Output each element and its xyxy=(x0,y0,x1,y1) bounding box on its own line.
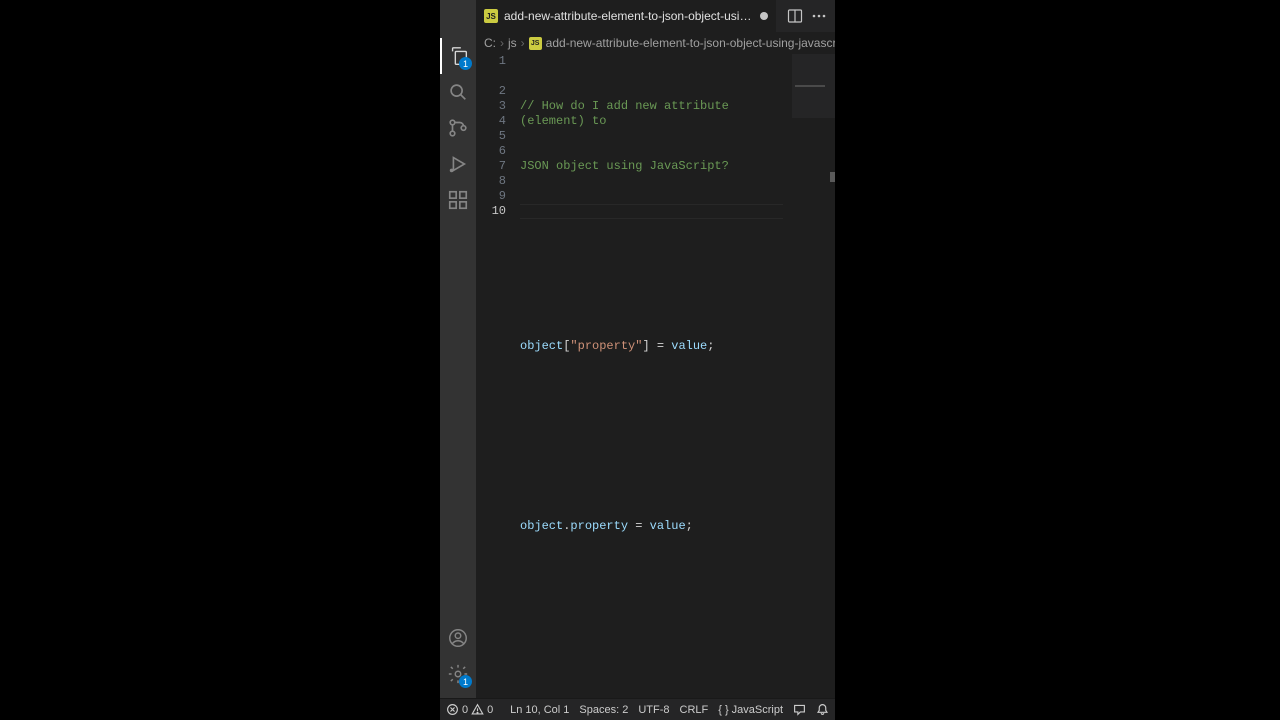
warning-count: 0 xyxy=(487,704,493,716)
status-problems[interactable]: 0 0 xyxy=(446,703,493,716)
status-language[interactable]: { } JavaScript xyxy=(718,704,783,716)
code-token: "property" xyxy=(570,339,642,353)
activity-bar-top-slice xyxy=(440,0,476,32)
tab-dirty-indicator xyxy=(760,12,768,20)
editor-column: C: › js › JS add-new-attribute-element-t… xyxy=(476,32,835,698)
code-token: object xyxy=(520,339,563,353)
code-token: = xyxy=(650,339,672,353)
editor[interactable]: 1 2 3 4 5 6 7 8 9 10 // How do I add new… xyxy=(476,54,835,698)
settings-gear-icon[interactable]: 1 xyxy=(440,656,476,692)
error-icon xyxy=(446,703,459,716)
code-token: ] xyxy=(642,339,649,353)
status-indentation[interactable]: Spaces: 2 xyxy=(579,704,628,716)
accounts-icon[interactable] xyxy=(440,620,476,656)
line-number-gutter: 1 2 3 4 5 6 7 8 9 10 xyxy=(476,54,520,698)
bell-icon xyxy=(816,703,829,716)
split-editor-icon[interactable] xyxy=(787,8,803,24)
search-icon[interactable] xyxy=(440,74,476,110)
code-comment: JSON object using JavaScript? xyxy=(520,159,729,173)
status-eol[interactable]: CRLF xyxy=(680,704,709,716)
overview-ruler-marker xyxy=(830,172,835,182)
explorer-icon[interactable]: 1 xyxy=(440,38,476,74)
status-bar-left: 0 0 xyxy=(446,703,493,716)
js-file-icon: JS xyxy=(484,9,498,23)
activity-bar: 1 1 xyxy=(440,32,476,698)
chevron-right-icon: › xyxy=(521,36,525,50)
code-token: property xyxy=(570,519,628,533)
extensions-icon[interactable] xyxy=(440,182,476,218)
feedback-icon xyxy=(793,703,806,716)
chevron-right-icon: › xyxy=(500,36,504,50)
braces-icon: { } xyxy=(718,704,728,716)
code-area[interactable]: // How do I add new attribute (element) … xyxy=(520,54,835,698)
top-row: JS add-new-attribute-element-to-json-obj… xyxy=(440,0,835,32)
vscode-window: JS add-new-attribute-element-to-json-obj… xyxy=(440,0,835,720)
tab-bar: JS add-new-attribute-element-to-json-obj… xyxy=(476,0,835,32)
breadcrumb-filename[interactable]: add-new-attribute-element-to-json-object… xyxy=(546,36,835,50)
tab-filename: add-new-attribute-element-to-json-object… xyxy=(504,9,754,23)
code-token: ; xyxy=(707,339,714,353)
status-cursor-position[interactable]: Ln 10, Col 1 xyxy=(510,704,569,716)
explorer-badge: 1 xyxy=(459,57,472,70)
code-token: value xyxy=(671,339,707,353)
status-bar: 0 0 Ln 10, Col 1 Spaces: 2 UTF-8 CRLF { … xyxy=(440,698,835,720)
tab-actions xyxy=(779,0,835,32)
code-comment: // How do I add new attribute (element) … xyxy=(520,99,736,128)
status-language-label: JavaScript xyxy=(732,704,783,716)
warning-icon xyxy=(471,703,484,716)
settings-badge: 1 xyxy=(459,675,472,688)
status-encoding[interactable]: UTF-8 xyxy=(638,704,669,716)
status-notifications[interactable] xyxy=(816,703,829,716)
error-count: 0 xyxy=(462,704,468,716)
minimap[interactable] xyxy=(791,54,835,118)
run-debug-icon[interactable] xyxy=(440,146,476,182)
code-token: object xyxy=(520,519,563,533)
source-control-icon[interactable] xyxy=(440,110,476,146)
more-actions-icon[interactable] xyxy=(811,8,827,24)
breadcrumb[interactable]: C: › js › JS add-new-attribute-element-t… xyxy=(476,32,835,54)
code-token: ; xyxy=(686,519,693,533)
js-file-icon: JS xyxy=(529,37,542,50)
body-row: 1 1 xyxy=(440,32,835,698)
code-token: = xyxy=(628,519,650,533)
status-feedback[interactable] xyxy=(793,703,806,716)
tab-active[interactable]: JS add-new-attribute-element-to-json-obj… xyxy=(476,0,777,32)
status-bar-right: Ln 10, Col 1 Spaces: 2 UTF-8 CRLF { } Ja… xyxy=(510,703,829,716)
breadcrumb-seg-drive[interactable]: C: xyxy=(484,36,496,50)
breadcrumb-seg-folder[interactable]: js xyxy=(508,36,517,50)
code-token: value xyxy=(650,519,686,533)
activity-bar-bottom: 1 xyxy=(440,620,476,692)
main-col-top: JS add-new-attribute-element-to-json-obj… xyxy=(476,0,835,32)
